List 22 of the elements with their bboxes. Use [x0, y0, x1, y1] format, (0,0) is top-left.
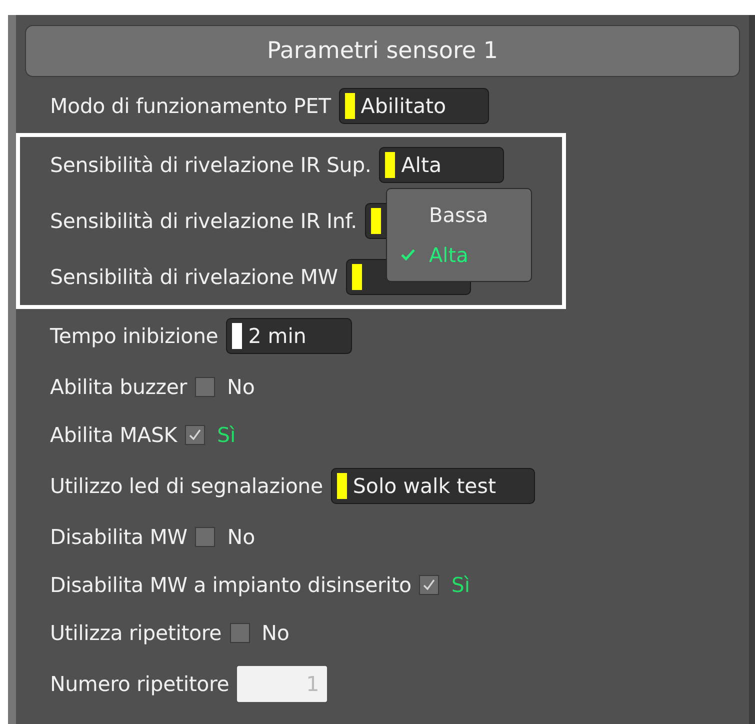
panel-title: Parametri sensore 1	[25, 25, 740, 77]
select-value: Solo walk test	[352, 474, 496, 498]
field-label: Numero ripetitore	[50, 672, 230, 696]
field-label: Modo di funzionamento PET	[50, 94, 331, 118]
field-label: Sensibilità di rivelazione MW	[50, 265, 338, 289]
field-label: Disabilita MW	[50, 525, 188, 549]
field-label: Utilizza ripetitore	[50, 621, 222, 645]
field-label: Abilita MASK	[50, 423, 178, 447]
checkbox-value: No	[227, 375, 255, 399]
checkbox-value: Sì	[217, 423, 236, 447]
select-value: Alta	[401, 153, 442, 177]
select-value: 2 min	[248, 324, 306, 348]
checkbox-value: No	[227, 525, 256, 549]
field-label: Abilita buzzer	[50, 375, 188, 399]
select-value: Abilitato	[360, 94, 446, 118]
field-label: Sensibilità di rivelazione IR Inf.	[50, 209, 357, 233]
field-label: Sensibilità di rivelazione IR Sup.	[50, 153, 372, 177]
checkbox-value: No	[262, 621, 290, 645]
field-label: Tempo inibizione	[50, 324, 218, 348]
field-label: Utilizzo led di segnalazione	[50, 474, 323, 498]
checkbox-value: Sì	[451, 573, 470, 597]
field-label: Disabilita MW a impianto disinserito	[50, 573, 412, 597]
